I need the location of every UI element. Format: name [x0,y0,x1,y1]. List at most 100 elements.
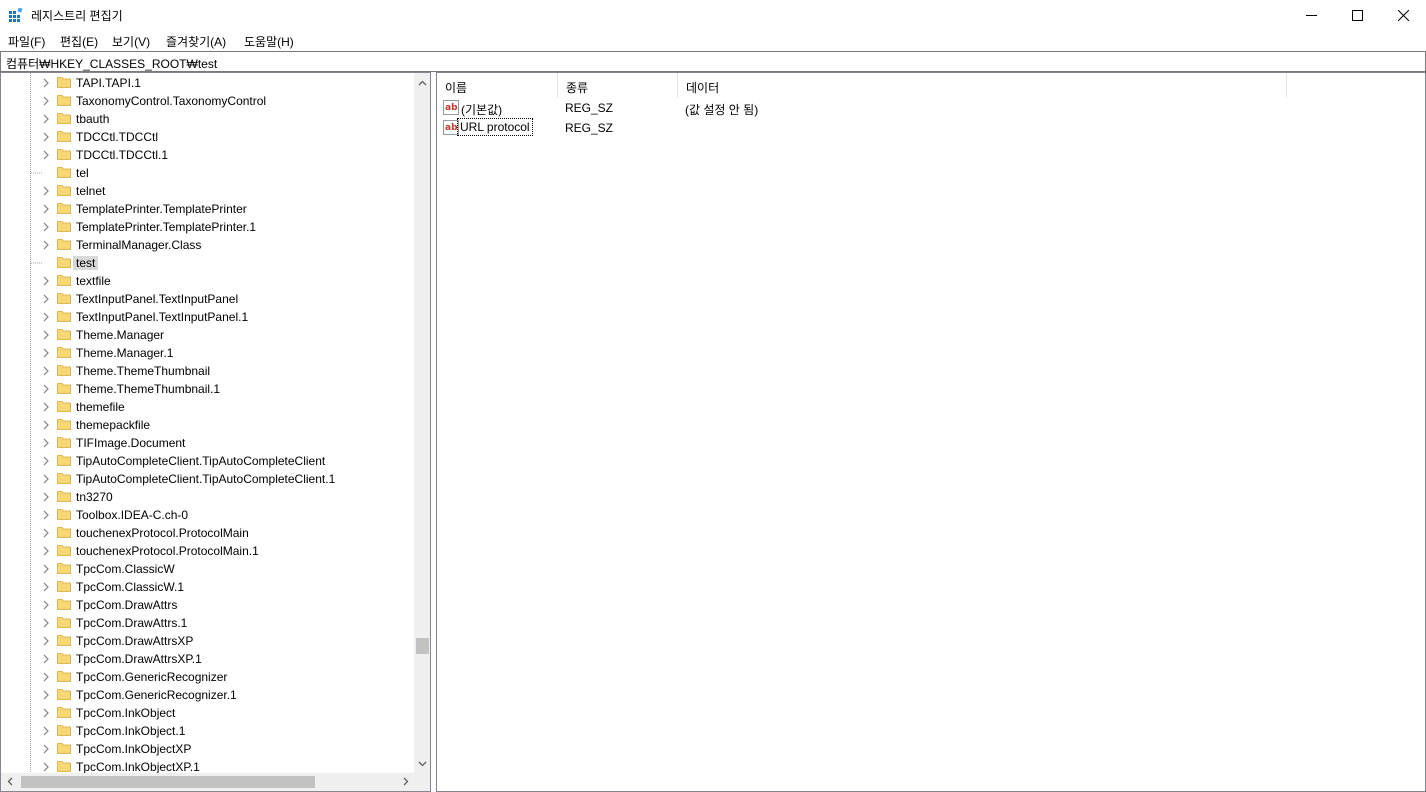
chevron-right-icon[interactable] [42,114,50,124]
chevron-right-icon[interactable] [42,528,50,538]
menu-edit[interactable]: 편집(E) [60,33,98,50]
chevron-right-icon[interactable] [42,708,50,718]
tree-item[interactable]: Theme.ThemeThumbnail [1,362,412,380]
chevron-right-icon[interactable] [42,150,50,160]
chevron-right-icon[interactable] [42,744,50,754]
tree-item[interactable]: TpcCom.GenericRecognizer [1,668,412,686]
chevron-right-icon[interactable] [42,672,50,682]
tree-horizontal-scroll-thumb[interactable] [21,776,315,788]
chevron-right-icon[interactable] [42,654,50,664]
scroll-down-icon[interactable] [418,759,427,768]
tree-item[interactable]: Theme.ThemeThumbnail.1 [1,380,412,398]
chevron-right-icon[interactable] [42,420,50,430]
chevron-right-icon[interactable] [42,312,50,322]
tree-item[interactable]: TpcCom.DrawAttrsXP.1 [1,650,412,668]
chevron-right-icon[interactable] [42,636,50,646]
chevron-right-icon[interactable] [42,366,50,376]
chevron-right-icon[interactable] [42,474,50,484]
scroll-up-icon[interactable] [418,79,427,88]
maximize-button[interactable] [1334,0,1380,30]
tree-item[interactable]: TpcCom.InkObject.1 [1,722,412,740]
tree-item[interactable]: TipAutoCompleteClient.TipAutoCompleteCli… [1,452,412,470]
chevron-right-icon[interactable] [42,456,50,466]
menu-view[interactable]: 보기(V) [112,33,150,50]
chevron-right-icon[interactable] [42,600,50,610]
tree-item[interactable]: TAPI.TAPI.1 [1,74,412,92]
menu-favorites[interactable]: 즐겨찾기(A) [166,33,226,50]
chevron-right-icon[interactable] [42,564,50,574]
chevron-right-icon[interactable] [42,690,50,700]
menu-file[interactable]: 파일(F) [8,33,45,50]
tree-item[interactable]: test [1,254,412,272]
chevron-right-icon[interactable] [42,96,50,106]
tree-item[interactable]: TemplatePrinter.TemplatePrinter.1 [1,218,412,236]
scroll-left-icon[interactable] [6,777,15,786]
tree-item[interactable]: TIFImage.Document [1,434,412,452]
tree-item[interactable]: TDCCtl.TDCCtl [1,128,412,146]
chevron-right-icon[interactable] [42,78,50,88]
column-header-type[interactable]: 종류 [558,73,678,98]
tree-item[interactable]: TpcCom.GenericRecognizer.1 [1,686,412,704]
chevron-right-icon[interactable] [42,186,50,196]
tree-item[interactable]: TemplatePrinter.TemplatePrinter [1,200,412,218]
chevron-right-icon[interactable] [42,510,50,520]
chevron-right-icon[interactable] [42,762,50,772]
tree-item[interactable]: Theme.Manager.1 [1,344,412,362]
tree-item[interactable]: TaxonomyControl.TaxonomyControl [1,92,412,110]
tree-vertical-scroll-thumb[interactable] [416,638,429,654]
tree-item[interactable]: TerminalManager.Class [1,236,412,254]
tree-item[interactable]: themepackfile [1,416,412,434]
value-list-pane[interactable]: 이름 종류 데이터 ab (기본값) REG_SZ (값 설정 안 됨) ab … [436,72,1426,792]
chevron-right-icon[interactable] [42,240,50,250]
chevron-right-icon[interactable] [42,492,50,502]
chevron-right-icon[interactable] [42,546,50,556]
chevron-right-icon[interactable] [42,348,50,358]
column-header-data[interactable]: 데이터 [678,73,1287,98]
tree-item[interactable]: tn3270 [1,488,412,506]
close-button[interactable] [1380,0,1426,30]
chevron-right-icon[interactable] [42,330,50,340]
chevron-right-icon[interactable] [42,222,50,232]
tree-item[interactable]: TextInputPanel.TextInputPanel.1 [1,308,412,326]
tree-item[interactable]: TextInputPanel.TextInputPanel [1,290,412,308]
chevron-right-icon[interactable] [42,438,50,448]
menu-help[interactable]: 도움말(H) [244,33,294,50]
chevron-right-icon[interactable] [42,384,50,394]
tree-item[interactable]: TpcCom.InkObjectXP [1,740,412,758]
value-row[interactable]: ab (기본값) REG_SZ (값 설정 안 됨) [437,98,1425,118]
tree-item[interactable]: Theme.Manager [1,326,412,344]
chevron-right-icon[interactable] [42,618,50,628]
column-header-name[interactable]: 이름 [437,73,558,98]
tree-item[interactable]: tbauth [1,110,412,128]
tree-item[interactable]: touchenexProtocol.ProtocolMain [1,524,412,542]
value-row[interactable]: ab URL protocol REG_SZ [437,118,1425,138]
chevron-right-icon[interactable] [42,726,50,736]
scroll-right-icon[interactable] [401,777,410,786]
tree-item[interactable]: TDCCtl.TDCCtl.1 [1,146,412,164]
chevron-right-icon[interactable] [42,582,50,592]
address-bar[interactable]: 컴퓨터₩HKEY_CLASSES_ROOT₩test [0,51,1426,72]
minimize-button[interactable] [1288,0,1334,30]
chevron-right-icon[interactable] [42,276,50,286]
address-path: 컴퓨터₩HKEY_CLASSES_ROOT₩test [6,57,218,71]
tree-item[interactable]: TpcCom.ClassicW [1,560,412,578]
chevron-right-icon[interactable] [42,402,50,412]
chevron-right-icon[interactable] [42,132,50,142]
tree-item[interactable]: TpcCom.DrawAttrs.1 [1,614,412,632]
tree-item[interactable]: telnet [1,182,412,200]
tree-horizontal-scrollbar[interactable] [1,773,414,791]
tree-item[interactable]: themefile [1,398,412,416]
tree-item[interactable]: touchenexProtocol.ProtocolMain.1 [1,542,412,560]
tree-item[interactable]: TpcCom.DrawAttrsXP [1,632,412,650]
chevron-right-icon[interactable] [42,294,50,304]
key-tree-pane[interactable]: TAPI.TAPI.1 TaxonomyControl.TaxonomyContr… [0,72,431,792]
tree-item[interactable]: textfile [1,272,412,290]
chevron-right-icon[interactable] [42,204,50,214]
tree-item[interactable]: TpcCom.ClassicW.1 [1,578,412,596]
tree-item[interactable]: tel [1,164,412,182]
tree-item[interactable]: Toolbox.IDEA-C.ch-0 [1,506,412,524]
tree-vertical-scrollbar[interactable] [414,73,430,773]
tree-item[interactable]: TpcCom.InkObject [1,704,412,722]
tree-item[interactable]: TpcCom.DrawAttrs [1,596,412,614]
tree-item[interactable]: TipAutoCompleteClient.TipAutoCompleteCli… [1,470,412,488]
